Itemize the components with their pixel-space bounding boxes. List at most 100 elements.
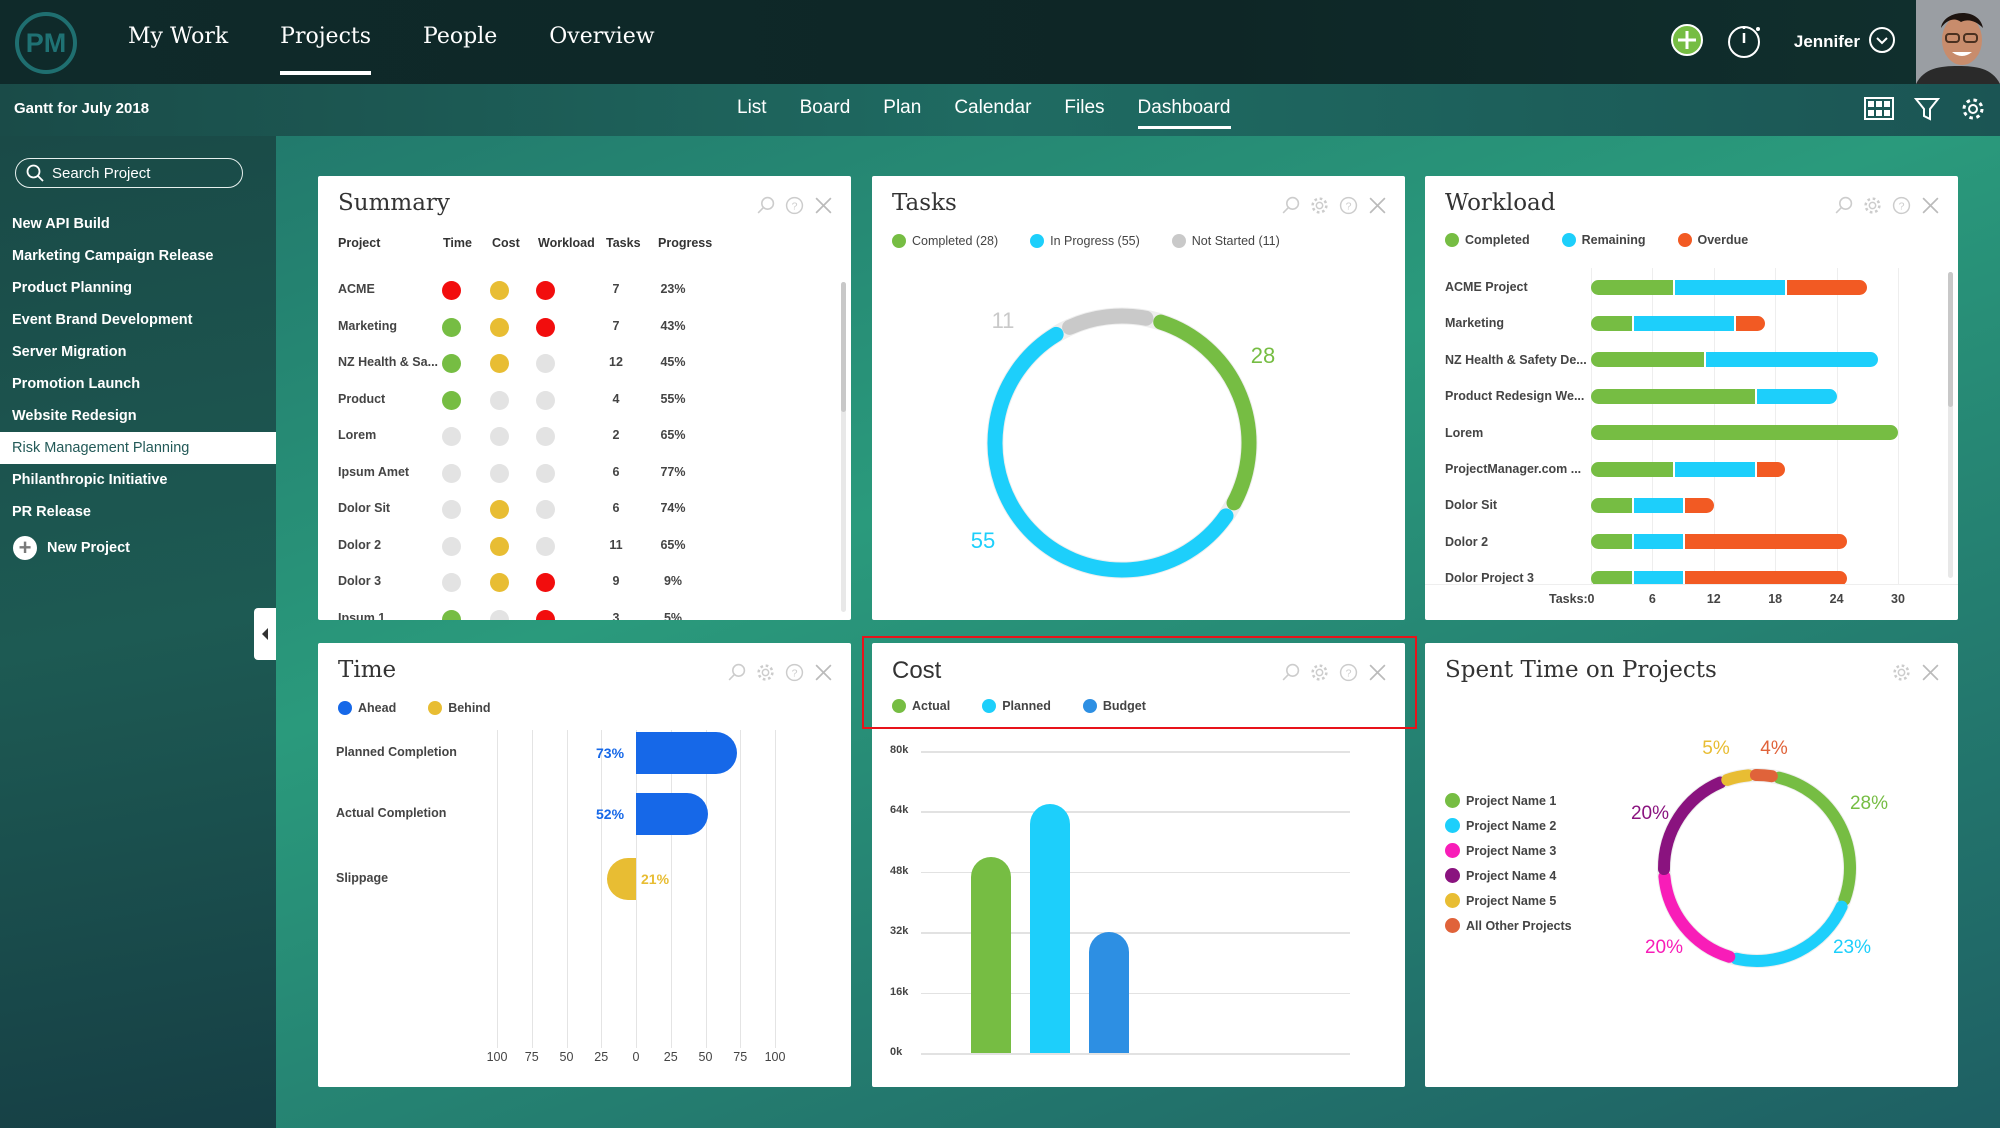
table-row[interactable]: Product 4 55% <box>318 382 838 418</box>
tick-label: 32k <box>890 925 909 938</box>
table-row[interactable]: Ipsum 1 3 5% <box>318 601 838 621</box>
timer-button[interactable] <box>1726 21 1764 64</box>
table-row[interactable]: Marketing 7 43% <box>318 309 838 345</box>
gridline <box>921 1053 1350 1055</box>
table-row[interactable]: Dolor Sit 6 74% <box>318 491 838 527</box>
legend-label: Planned <box>1002 699 1051 713</box>
project-name: Ipsum 1 <box>338 610 386 621</box>
new-project-button[interactable]: + New Project <box>0 536 276 560</box>
nav-projects[interactable]: Projects <box>280 24 371 75</box>
task-count: 7 <box>612 282 620 296</box>
tab-files[interactable]: Files <box>1064 97 1104 129</box>
user-menu-button[interactable] <box>1868 26 1896 59</box>
table-row[interactable]: ACME 7 23% <box>318 272 838 308</box>
tab-dashboard[interactable]: Dashboard <box>1137 97 1231 129</box>
collapse-sidebar-button[interactable] <box>254 608 276 660</box>
bar-segment <box>1633 315 1735 331</box>
new-project-label: New Project <box>47 540 130 556</box>
gear-icon[interactable] <box>1310 663 1329 687</box>
category-label: Product Redesign We... <box>1445 389 1585 404</box>
tick-label: 50 <box>698 1050 713 1064</box>
grid-view-icon[interactable] <box>1864 96 1894 122</box>
bar-segment <box>1591 388 1755 404</box>
bar <box>971 856 1011 1053</box>
search-project[interactable] <box>15 158 243 188</box>
column-header[interactable]: Cost <box>492 236 520 250</box>
close-icon[interactable] <box>814 663 833 687</box>
category-label: Actual Completion <box>336 806 447 820</box>
search-icon[interactable] <box>727 663 746 687</box>
legend-dot <box>428 701 443 715</box>
scrollbar[interactable] <box>841 282 846 612</box>
column-header[interactable]: Project <box>338 236 380 250</box>
sidebar-project-item[interactable]: PR Release <box>0 496 276 528</box>
legend-item: Remaining <box>1561 233 1646 247</box>
search-icon[interactable] <box>1834 196 1853 220</box>
sidebar-project-item[interactable]: Event Brand Development <box>0 304 276 336</box>
cost-status-dot <box>490 281 509 300</box>
time-status-dot <box>442 427 461 446</box>
column-header[interactable]: Workload <box>538 236 595 250</box>
svg-text:?: ? <box>792 201 798 213</box>
nav-my-work[interactable]: My Work <box>128 24 228 75</box>
help-icon[interactable]: ? <box>1339 663 1358 687</box>
tick-label: 25 <box>594 1050 609 1064</box>
nav-people[interactable]: People <box>423 24 497 75</box>
table-row[interactable]: Lorem 2 65% <box>318 418 838 454</box>
tab-plan[interactable]: Plan <box>883 97 921 129</box>
table-row[interactable]: NZ Health & Sa... 12 45% <box>318 345 838 381</box>
search-icon[interactable] <box>1281 663 1300 687</box>
tab-board[interactable]: Board <box>800 97 851 129</box>
slice-label: 20% <box>1631 803 1669 824</box>
nav-overview[interactable]: Overview <box>549 24 654 75</box>
table-row[interactable]: Ipsum Amet 6 77% <box>318 455 838 491</box>
gear-icon[interactable] <box>1960 96 1986 122</box>
tick-label: 6 <box>1648 592 1656 606</box>
help-icon[interactable]: ? <box>785 196 804 220</box>
search-input[interactable] <box>52 164 232 182</box>
tab-calendar[interactable]: Calendar <box>954 97 1031 129</box>
gear-icon[interactable] <box>1863 196 1882 220</box>
sidebar-project-item[interactable]: Philanthropic Initiative <box>0 464 276 496</box>
slice-label: 28% <box>1850 793 1888 814</box>
avatar[interactable] <box>1916 0 2000 84</box>
gear-icon[interactable] <box>756 663 775 687</box>
sidebar-project-item[interactable]: Promotion Launch <box>0 368 276 400</box>
progress-value: 55% <box>660 391 686 406</box>
table-row[interactable]: Dolor 3 9 9% <box>318 564 838 600</box>
workload-status-dot <box>536 281 555 300</box>
donut-slice <box>987 326 1234 578</box>
logo[interactable]: PM <box>15 12 77 74</box>
tick-label: 25 <box>663 1050 678 1064</box>
project-name: Dolor Sit <box>338 501 391 515</box>
sidebar-project-item[interactable]: Website Redesign <box>0 400 276 432</box>
progress-value: 65% <box>660 428 686 442</box>
add-button[interactable] <box>1670 23 1704 62</box>
close-icon[interactable] <box>1921 196 1940 220</box>
close-icon[interactable] <box>1368 663 1387 687</box>
help-icon[interactable]: ? <box>785 663 804 687</box>
column-header[interactable]: Time <box>443 236 472 250</box>
tab-list[interactable]: List <box>737 97 767 129</box>
search-icon[interactable] <box>756 196 775 220</box>
category-label: Marketing <box>1445 316 1505 331</box>
user-name[interactable]: Jennifer <box>1794 32 1860 52</box>
close-icon[interactable] <box>814 196 833 220</box>
sidebar-project-item[interactable]: New API Build <box>0 208 276 240</box>
column-header[interactable]: Progress <box>658 236 712 250</box>
table-row[interactable]: Dolor 2 11 65% <box>318 528 838 564</box>
gridline <box>705 730 707 1048</box>
sidebar-project-item[interactable]: Server Migration <box>0 336 276 368</box>
bar-label: 52% <box>596 806 625 822</box>
task-count: 9 <box>612 574 620 588</box>
scrollbar[interactable] <box>1948 272 1953 578</box>
sub-bar: Gantt for July 2018 List Board Plan Cale… <box>0 84 2000 136</box>
sidebar-project-item[interactable]: Product Planning <box>0 272 276 304</box>
sidebar-project-item[interactable]: Marketing Campaign Release <box>0 240 276 272</box>
project-name: NZ Health & Sa... <box>338 355 439 369</box>
help-icon[interactable]: ? <box>1892 196 1911 220</box>
task-count: 4 <box>612 391 620 406</box>
column-header[interactable]: Tasks <box>606 236 641 250</box>
filter-icon[interactable] <box>1914 96 1940 122</box>
sidebar-project-item[interactable]: Risk Management Planning <box>0 432 276 464</box>
